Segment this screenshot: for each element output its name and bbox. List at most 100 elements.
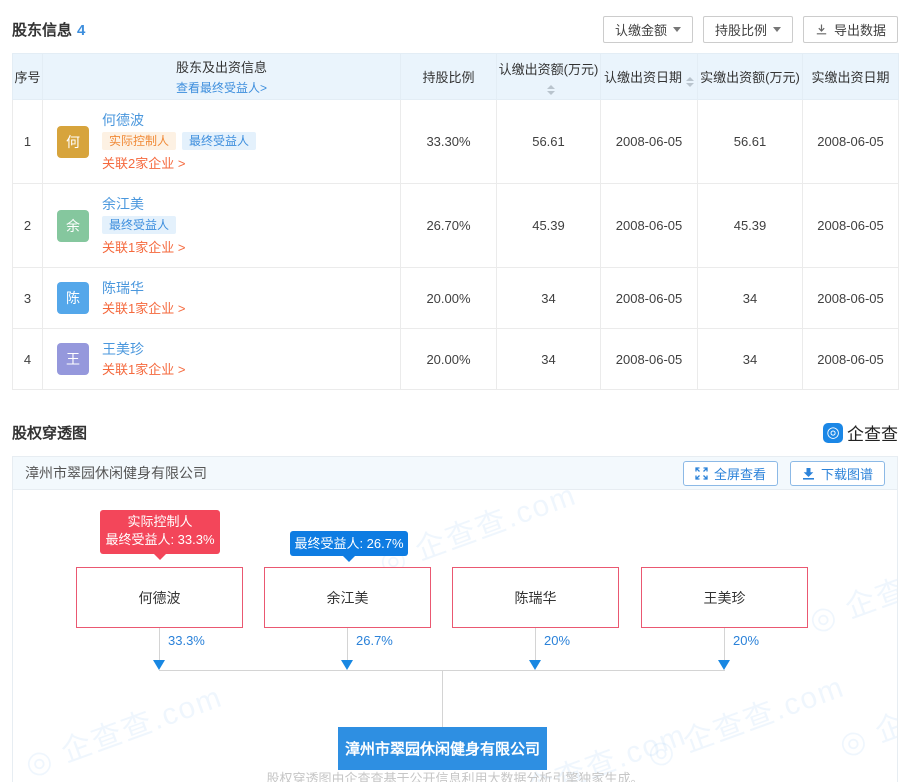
ratio-cell: 26.70% [401, 184, 497, 268]
ratio-cell: 33.30% [401, 100, 497, 184]
shareholder-name-link[interactable]: 余江美 [102, 194, 185, 214]
chevron-down-icon [773, 27, 781, 32]
beneficiary-tag: 最终受益人: 26.7% [290, 531, 408, 556]
beneficiary-badge: 最终受益人 [102, 216, 176, 234]
row-index: 4 [13, 329, 43, 390]
subscribed-amount-cell: 56.61 [497, 100, 601, 184]
ratio-filter-label: 持股比例 [715, 20, 767, 39]
connector-line [724, 628, 725, 662]
table-row: 4 王 王美珍 关联1家企业 > 20.00% 34 2008-06-05 34… [13, 329, 899, 390]
shareholder-toolbar: 认缴金额 持股比例 导出数据 [603, 16, 898, 43]
connector-line [442, 670, 443, 727]
header-paid-date: 实缴出资日期 [803, 54, 899, 100]
view-beneficiary-link[interactable]: 查看最终受益人> [43, 79, 400, 96]
subscribed-amount-cell: 34 [497, 268, 601, 329]
fullscreen-label: 全屏查看 [714, 464, 766, 483]
avatar: 何 [57, 126, 89, 158]
arrow-down-icon [718, 660, 730, 670]
header-paid-amount: 实缴出资额(万元) [698, 54, 803, 100]
subscribed-amount-cell: 45.39 [497, 184, 601, 268]
header-subscribed-date-text: 认缴出资日期 [604, 70, 682, 85]
qichacha-brand-text: 企查查 [847, 420, 898, 445]
paid-amount-cell: 34 [698, 329, 803, 390]
actual-controller-tag: 实际控制人 最终受益人: 33.3% [100, 510, 220, 554]
related-companies-link[interactable]: 关联2家企业 > [102, 154, 185, 173]
download-chart-button[interactable]: 下载图谱 [790, 461, 885, 486]
ratio-cell: 20.00% [401, 268, 497, 329]
header-ratio: 持股比例 [401, 54, 497, 100]
company-name-label: 漳州市翠园休闲健身有限公司 [25, 463, 207, 483]
watermark: 企查查.com [18, 672, 228, 782]
equity-panel-buttons: 全屏查看 下载图谱 [683, 461, 885, 486]
chevron-down-icon [673, 27, 681, 32]
chart-node-shareholder[interactable]: 何德波 [76, 567, 243, 628]
avatar: 王 [57, 343, 89, 375]
ratio-filter-button[interactable]: 持股比例 [703, 16, 793, 43]
related-companies-link[interactable]: 关联1家企业 > [102, 238, 185, 257]
fullscreen-icon [695, 467, 708, 480]
arrow-down-icon [153, 660, 165, 670]
fullscreen-button[interactable]: 全屏查看 [683, 461, 778, 486]
watermark: 企查查.com [802, 528, 897, 640]
header-subscribed-date[interactable]: 认缴出资日期 [601, 54, 698, 100]
download-chart-label: 下载图谱 [821, 464, 873, 483]
connector-line [159, 628, 160, 662]
equity-section-header: 股权穿透图 ◎ 企查查 [12, 420, 898, 445]
chart-node-shareholder[interactable]: 王美珍 [641, 567, 808, 628]
paid-amount-cell: 56.61 [698, 100, 803, 184]
ratio-cell: 20.00% [401, 329, 497, 390]
actual-controller-badge: 实际控制人 [102, 132, 176, 150]
export-data-label: 导出数据 [834, 20, 886, 39]
ownership-percent-label: 33.3% [168, 633, 205, 648]
chart-node-shareholder[interactable]: 陈瑞华 [452, 567, 619, 628]
shareholder-count: 4 [77, 22, 85, 39]
shareholder-name-link[interactable]: 王美珍 [102, 339, 185, 359]
equity-panel: 漳州市翠园休闲健身有限公司 全屏查看 下载图谱 [12, 456, 898, 782]
paid-date-cell: 2008-06-05 [803, 184, 899, 268]
subscribed-date-cell: 2008-06-05 [601, 100, 698, 184]
shareholder-name-link[interactable]: 何德波 [102, 110, 256, 130]
subscribed-date-cell: 2008-06-05 [601, 268, 698, 329]
table-header-row: 序号 股东及出资信息 查看最终受益人> 持股比例 认缴出资额(万元) 认缴出资日… [13, 54, 899, 100]
shareholder-name-link[interactable]: 陈瑞华 [102, 278, 185, 298]
header-subscribed-amount[interactable]: 认缴出资额(万元) [497, 54, 601, 100]
paid-date-cell: 2008-06-05 [803, 268, 899, 329]
paid-date-cell: 2008-06-05 [803, 329, 899, 390]
subscribed-amount-cell: 34 [497, 329, 601, 390]
equity-panel-header: 漳州市翠园休闲健身有限公司 全屏查看 下载图谱 [13, 457, 897, 490]
download-icon [815, 23, 828, 36]
watermark: 企查查.com [832, 652, 897, 764]
row-index: 1 [13, 100, 43, 184]
related-companies-link[interactable]: 关联1家企业 > [102, 299, 185, 318]
sort-icon[interactable] [547, 85, 555, 95]
subscribed-date-cell: 2008-06-05 [601, 184, 698, 268]
row-index: 2 [13, 184, 43, 268]
arrow-down-icon [529, 660, 541, 670]
ownership-percent-label: 20% [544, 633, 570, 648]
chart-node-shareholder[interactable]: 余江美 [264, 567, 431, 628]
header-index: 序号 [13, 54, 43, 100]
header-shareholder-text: 股东及出资信息 [43, 57, 400, 76]
export-data-button[interactable]: 导出数据 [803, 16, 898, 43]
sort-icon[interactable] [686, 77, 694, 87]
chart-node-company[interactable]: 漳州市翠园休闲健身有限公司 [338, 727, 547, 770]
chart-footnote: 股权穿透图由企查查基于公开信息利用大数据分析引擎独家生成。 [13, 768, 897, 782]
table-row: 1 何 何德波 实际控制人 最终受益人 关联2家企业 > [13, 100, 899, 184]
shareholder-title: 股东信息 4 [12, 19, 85, 40]
row-index: 3 [13, 268, 43, 329]
paid-amount-cell: 34 [698, 268, 803, 329]
equity-title: 股权穿透图 [12, 422, 87, 443]
actual-controller-tag-line2: 最终受益人: 33.3% [100, 531, 220, 549]
paid-amount-cell: 45.39 [698, 184, 803, 268]
subscribed-amount-filter-label: 认缴金额 [615, 20, 667, 39]
related-companies-link[interactable]: 关联1家企业 > [102, 360, 185, 379]
beneficiary-badge: 最终受益人 [182, 132, 256, 150]
table-row: 2 余 余江美 最终受益人 关联1家企业 > 26.70% 45 [13, 184, 899, 268]
download-icon [802, 467, 815, 480]
shareholder-title-text: 股东信息 [12, 22, 72, 39]
equity-chart: 企查查.com 企查查.com 企查查.com 企查查.com 企查查.com … [13, 490, 897, 782]
arrow-down-icon [341, 660, 353, 670]
subscribed-date-cell: 2008-06-05 [601, 329, 698, 390]
subscribed-amount-filter-button[interactable]: 认缴金额 [603, 16, 693, 43]
table-row: 3 陈 陈瑞华 关联1家企业 > 20.00% 34 2008-06-05 34… [13, 268, 899, 329]
